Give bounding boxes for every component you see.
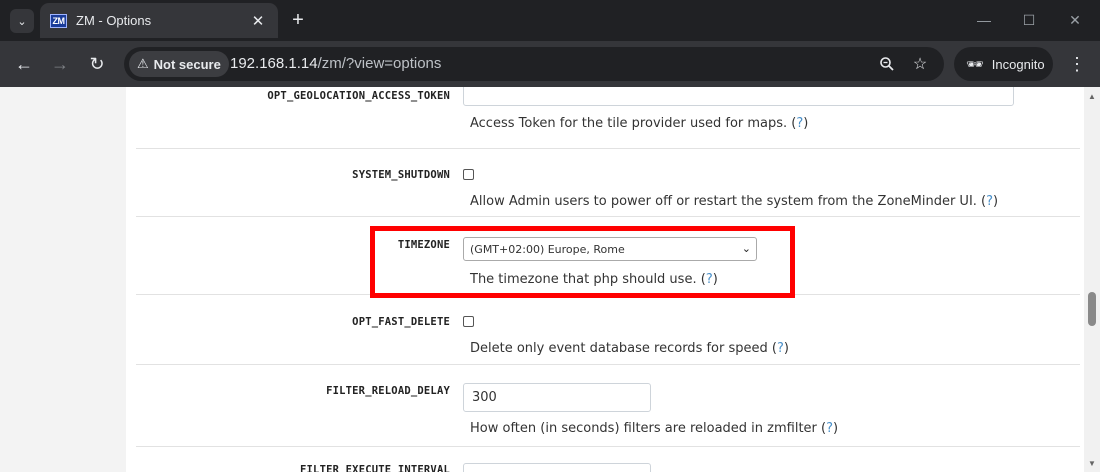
zm-favicon-icon: ZM (50, 13, 67, 28)
option-row-system-shutdown: SYSTEM_SHUTDOWN Allow Admin users to pow… (136, 149, 1080, 217)
option-description: How often (in seconds) filters are reloa… (470, 421, 839, 436)
help-link[interactable]: ? (796, 116, 803, 131)
incognito-indicator[interactable]: 🕶 Incognito (954, 47, 1053, 81)
incognito-label: Incognito (991, 56, 1045, 72)
minimize-icon[interactable]: — (974, 10, 994, 30)
forward-arrow-icon[interactable]: → (48, 52, 72, 76)
tab-strip: ⌄ ZM ZM - Options ✕ + — ☐ ✕ (0, 0, 1100, 41)
url-text[interactable]: 192.168.1.14/zm/?view=options (230, 55, 441, 72)
chevron-down-icon: ⌄ (17, 15, 27, 28)
bookmark-star-icon[interactable]: ☆ (910, 54, 930, 74)
close-tab-icon[interactable]: ✕ (248, 11, 268, 31)
more-menu-icon[interactable]: ⋮ (1066, 53, 1088, 75)
help-link[interactable]: ? (986, 194, 993, 209)
system-shutdown-checkbox[interactable] (463, 169, 474, 180)
scrollbar-thumb[interactable] (1088, 292, 1096, 326)
option-description: Allow Admin users to power off or restar… (470, 194, 999, 209)
tab-search-button[interactable]: ⌄ (10, 9, 34, 33)
option-name: SYSTEM_SHUTDOWN (352, 169, 450, 181)
warning-icon: ⚠ (137, 56, 149, 71)
option-name: FILTER_RELOAD_DELAY (326, 385, 450, 397)
access-token-input[interactable] (463, 87, 1014, 106)
option-name: OPT_GEOLOCATION_ACCESS_TOKEN (267, 90, 450, 102)
option-name: FILTER_EXECUTE_INTERVAL (300, 464, 450, 472)
tab-title: ZM - Options (76, 13, 152, 28)
page-viewport: OPT_GEOLOCATION_ACCESS_TOKEN Access Toke… (0, 87, 1100, 472)
browser-toolbar: ← → ↻ ⚠ Not secure 192.168.1.14/zm/?view… (0, 41, 1100, 87)
page-scrollbar[interactable]: ▲ ▼ (1084, 87, 1100, 472)
new-tab-button[interactable]: + (287, 9, 309, 31)
help-link[interactable]: ? (826, 421, 833, 436)
security-chip[interactable]: ⚠ Not secure (129, 51, 229, 77)
options-panel: OPT_GEOLOCATION_ACCESS_TOKEN Access Toke… (126, 87, 1084, 472)
maximize-icon[interactable]: ☐ (1019, 10, 1039, 30)
back-arrow-icon[interactable]: ← (12, 52, 36, 76)
url-host: 192.168.1.14 (230, 55, 318, 72)
url-path: /zm/?view=options (317, 55, 442, 72)
option-row-filter-reload-delay: FILTER_RELOAD_DELAY 300 How often (in se… (136, 365, 1080, 447)
security-label: Not secure (153, 56, 221, 72)
reload-icon[interactable]: ↻ (85, 52, 109, 76)
filter-execute-interval-input[interactable] (463, 463, 651, 472)
close-window-icon[interactable]: ✕ (1065, 10, 1085, 30)
option-row-fast-delete: OPT_FAST_DELETE Delete only event databa… (136, 295, 1080, 365)
browser-tab[interactable]: ZM ZM - Options ✕ (40, 3, 278, 38)
option-row-filter-execute-interval: FILTER_EXECUTE_INTERVAL (136, 447, 1080, 472)
option-description: Delete only event database records for s… (470, 341, 789, 356)
scroll-down-arrow-icon[interactable]: ▼ (1087, 458, 1097, 468)
option-name: OPT_FAST_DELETE (352, 316, 450, 328)
help-link[interactable]: ? (777, 341, 784, 356)
address-bar[interactable]: ⚠ Not secure 192.168.1.14/zm/?view=optio… (124, 47, 944, 81)
filter-reload-delay-input[interactable]: 300 (463, 383, 651, 412)
zoom-icon[interactable] (877, 54, 897, 74)
option-row-geolocation: OPT_GEOLOCATION_ACCESS_TOKEN Access Toke… (136, 87, 1080, 149)
scroll-up-arrow-icon[interactable]: ▲ (1087, 91, 1097, 101)
option-description: Access Token for the tile provider used … (470, 116, 809, 131)
highlight-annotation (370, 226, 795, 298)
incognito-icon: 🕶 (966, 55, 984, 72)
fast-delete-checkbox[interactable] (463, 316, 474, 327)
